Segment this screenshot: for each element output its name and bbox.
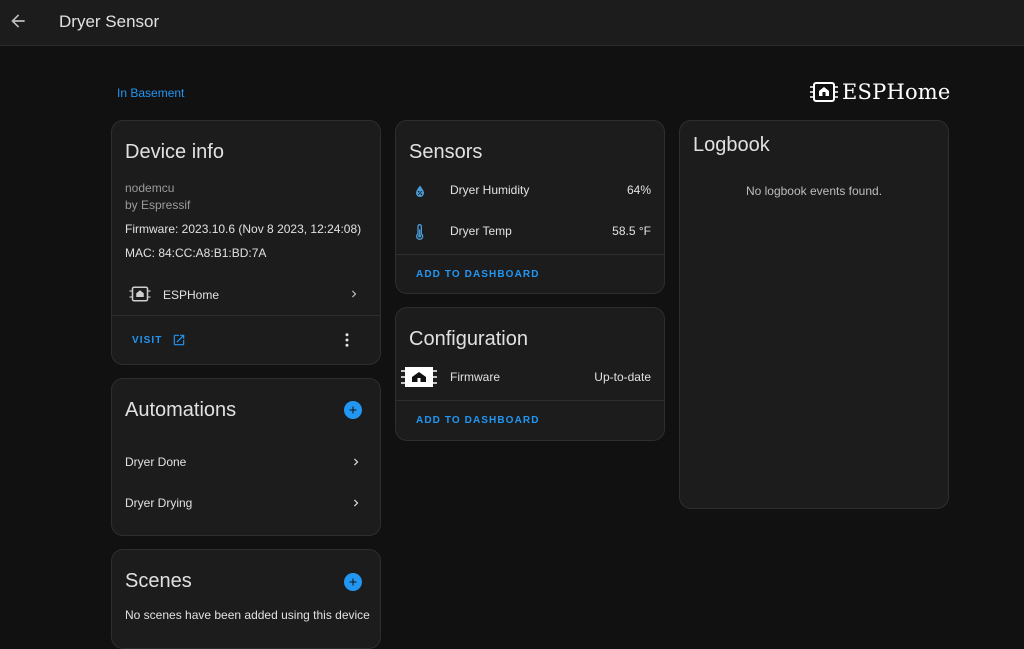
card-title: Configuration (409, 328, 528, 350)
visit-label: VISIT (132, 334, 163, 346)
card-title: Logbook (693, 134, 770, 156)
card-title: Automations (125, 399, 237, 421)
configuration-card: Configuration Firmware Up-to-date ADD TO… (395, 307, 665, 441)
arrow-left-icon (11, 14, 25, 28)
brand-name: ESPHome (842, 80, 951, 104)
sensor-value: 64% (626, 183, 651, 197)
top-app-bar: Dryer Sensor (0, 0, 1024, 46)
configuration-row[interactable]: Firmware Up-to-date (396, 362, 664, 392)
add-automation-button[interactable] (344, 401, 362, 419)
add-to-dashboard-button[interactable]: ADD TO DASHBOARD (416, 269, 540, 280)
water-percent-icon (416, 185, 424, 197)
brand-logo: ESPHome (810, 80, 951, 104)
device-manufacturer: by Espressif (125, 198, 191, 212)
visit-button[interactable]: VISIT (132, 333, 186, 347)
overflow-menu-button[interactable] (338, 330, 356, 350)
sensor-row[interactable]: Dryer Temp 58.5 °F (396, 218, 664, 250)
automation-label: Dryer Done (125, 455, 187, 469)
chevron-right-icon (354, 458, 359, 466)
chevron-right-icon (352, 290, 357, 298)
plus-icon (349, 406, 357, 414)
logbook-card: Logbook No logbook events found. (679, 120, 949, 509)
add-scene-button[interactable] (344, 573, 362, 591)
back-button[interactable] (6, 9, 30, 33)
device-mac: MAC: 84:CC:A8:B1:BD:7A (125, 246, 267, 260)
scenes-empty-text: No scenes have been added using this dev… (125, 608, 370, 622)
esphome-chip-icon (810, 82, 838, 102)
divider (396, 254, 664, 255)
device-model: nodemcu (125, 181, 175, 195)
logbook-empty-text: No logbook events found. (745, 184, 883, 198)
open-in-new-icon (173, 334, 184, 346)
divider (112, 315, 380, 316)
esphome-chip-icon (401, 367, 437, 387)
configuration-value: Up-to-date (594, 370, 651, 384)
dots-vertical-icon (345, 333, 349, 347)
integration-label: ESPHome (163, 288, 220, 302)
scenes-card: Scenes No scenes have been added using t… (111, 549, 381, 649)
list-item[interactable]: Dryer Drying (112, 490, 380, 520)
thermometer-icon (416, 224, 424, 240)
device-firmware: Firmware: 2023.10.6 (Nov 8 2023, 12:24:0… (125, 222, 362, 236)
sensor-row[interactable]: Dryer Humidity 64% (396, 177, 664, 209)
configuration-label: Firmware (450, 370, 500, 384)
plus-icon (349, 578, 357, 586)
sensor-label: Dryer Temp (450, 224, 512, 238)
list-item[interactable]: Dryer Done (112, 449, 380, 479)
page-title: Dryer Sensor (59, 12, 160, 31)
sensor-value: 58.5 °F (612, 224, 651, 238)
integration-row[interactable]: ESPHome (112, 277, 380, 311)
sensors-card: Sensors Dryer Humidity 64% Dryer Temp 58… (395, 120, 665, 294)
card-title: Scenes (125, 570, 192, 592)
card-title: Sensors (409, 141, 483, 163)
esphome-chip-icon (129, 286, 151, 302)
add-to-dashboard-button[interactable]: ADD TO DASHBOARD (416, 415, 540, 426)
automation-label: Dryer Drying (125, 496, 193, 510)
chevron-right-icon (354, 499, 359, 507)
device-info-card: Device info nodemcu by Espressif Firmwar… (111, 120, 381, 365)
divider (396, 400, 664, 401)
card-title: Device info (125, 141, 224, 163)
area-link[interactable]: In Basement (117, 86, 184, 100)
automations-card: Automations Dryer Done Dryer Drying (111, 378, 381, 536)
sensor-label: Dryer Humidity (450, 183, 530, 197)
